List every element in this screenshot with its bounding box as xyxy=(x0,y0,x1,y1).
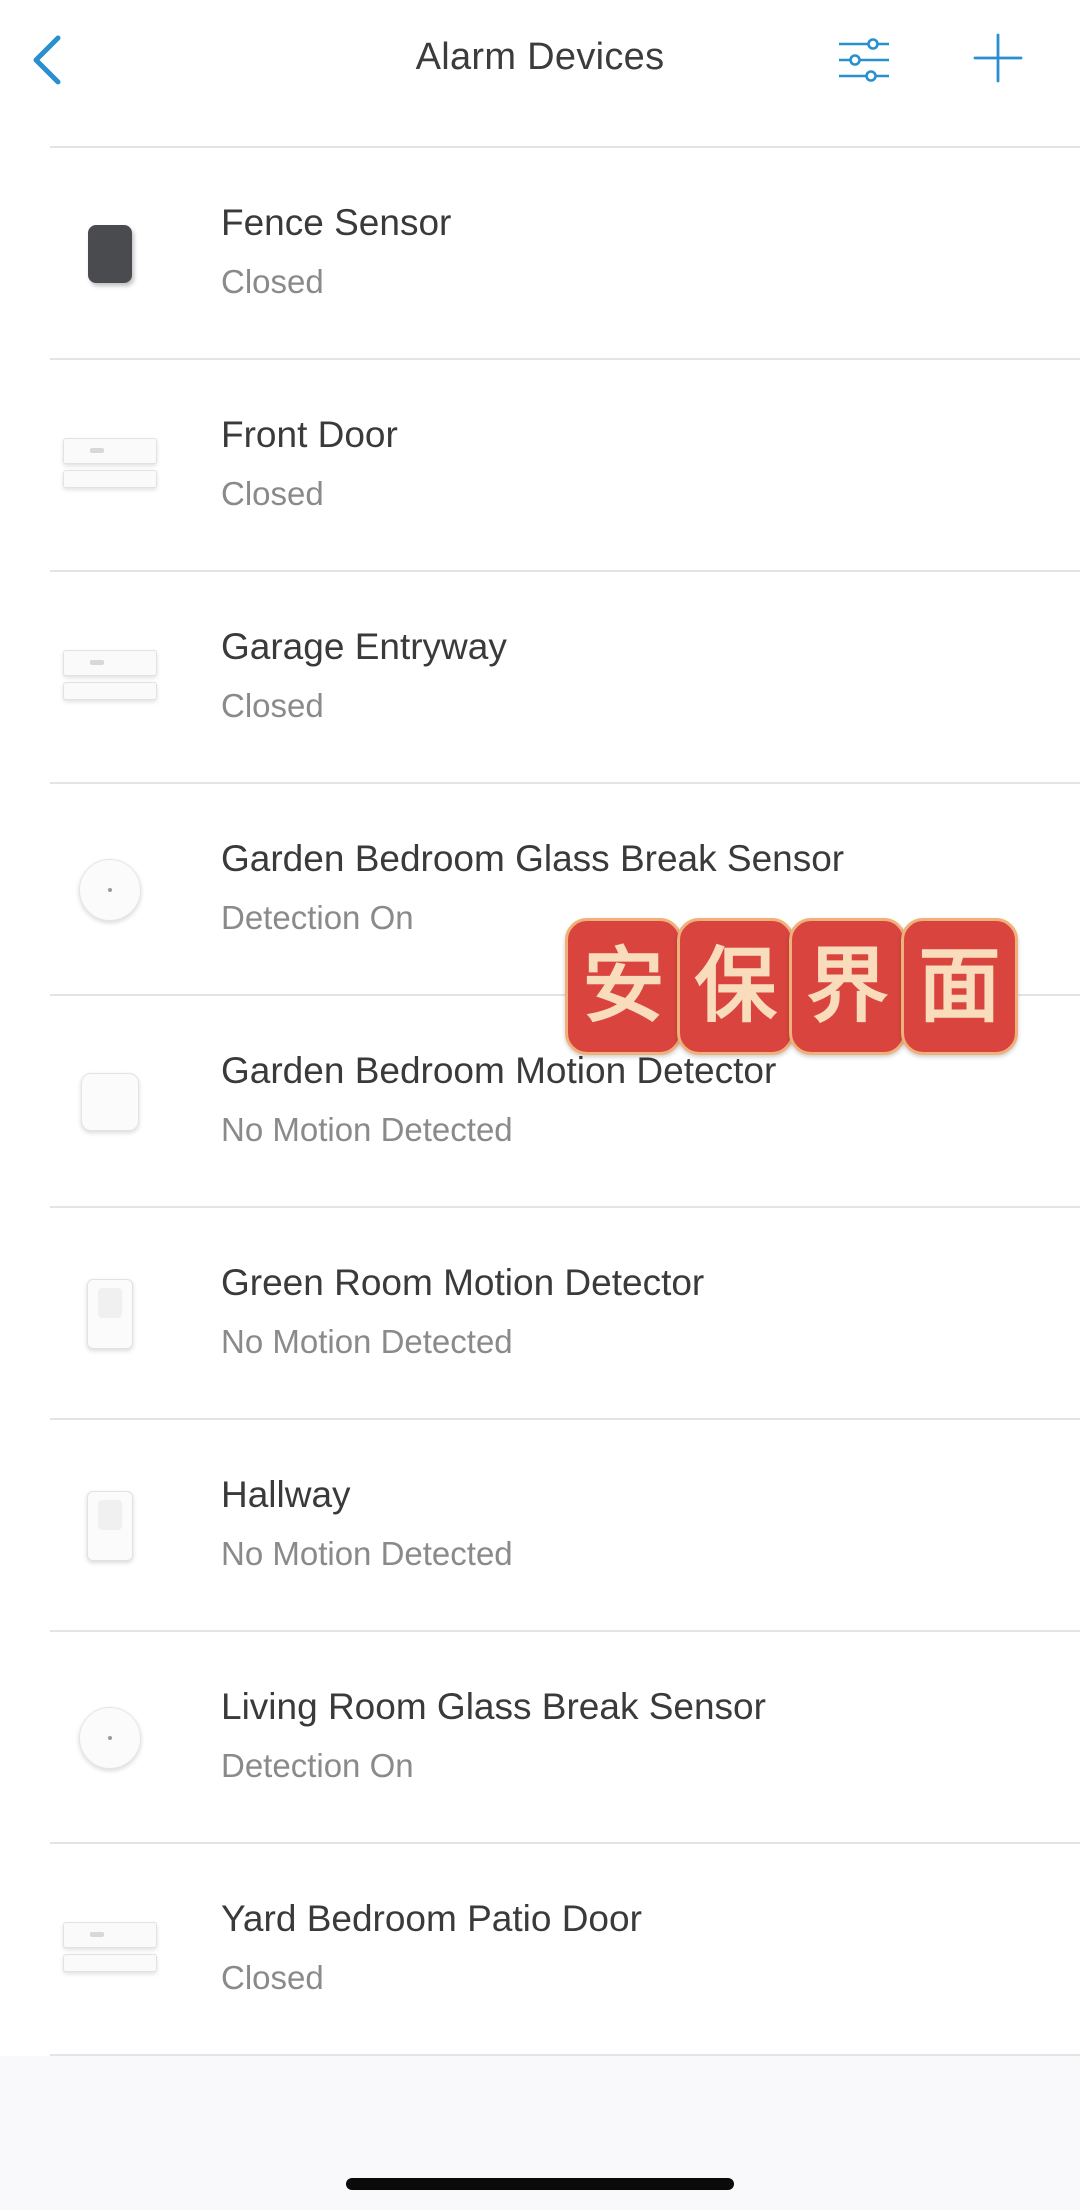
watermark-tile: 保 xyxy=(677,918,794,1055)
glass-break-sensor-icon xyxy=(50,1678,170,1798)
device-status: No Motion Detected xyxy=(221,1323,513,1360)
device-status: Detection On xyxy=(221,899,414,936)
device-row[interactable]: Hallway No Motion Detected xyxy=(0,1420,1080,1632)
device-status: Closed xyxy=(221,475,324,512)
device-status: No Motion Detected xyxy=(221,1111,513,1148)
contact-sensor-icon xyxy=(50,406,170,526)
device-row[interactable]: Front Door Closed xyxy=(0,360,1080,572)
device-name: Yard Bedroom Patio Door xyxy=(221,1898,642,1939)
home-indicator[interactable] xyxy=(346,2178,734,2190)
device-row[interactable]: Green Room Motion Detector No Motion Det… xyxy=(0,1208,1080,1420)
watermark-char: 安 xyxy=(582,938,665,1034)
device-row[interactable]: Living Room Glass Break Sensor Detection… xyxy=(0,1632,1080,1844)
keypad-icon xyxy=(50,194,170,314)
page-title: Alarm Devices xyxy=(415,36,665,78)
sliders-icon xyxy=(839,38,889,82)
device-status: No Motion Detected xyxy=(221,1535,513,1572)
contact-sensor-icon xyxy=(50,1890,170,2010)
motion-detector-icon xyxy=(50,1466,170,1586)
watermark-char: 保 xyxy=(694,938,777,1034)
contact-sensor-icon xyxy=(50,618,170,738)
device-row[interactable]: Yard Bedroom Patio Door Closed xyxy=(0,1844,1080,2056)
header-bar: Alarm Devices xyxy=(0,0,1080,146)
device-status: Closed xyxy=(221,1959,324,1996)
watermark-tile: 安 xyxy=(565,918,682,1055)
device-status: Detection On xyxy=(221,1747,414,1784)
watermark-stamp: 安 保 界 面 xyxy=(565,918,1035,1058)
device-row[interactable]: Garage Entryway Closed xyxy=(0,572,1080,784)
device-list: Fence Sensor Closed Front Door Closed Ga… xyxy=(0,148,1080,2056)
device-status: Closed xyxy=(221,263,324,300)
watermark-tile: 面 xyxy=(901,918,1018,1055)
plus-icon xyxy=(973,33,1023,83)
motion-detector-icon xyxy=(50,1042,170,1162)
watermark-tile: 界 xyxy=(789,918,906,1055)
add-device-button[interactable] xyxy=(968,28,1028,88)
device-status: Closed xyxy=(221,687,324,724)
device-name: Living Room Glass Break Sensor xyxy=(221,1686,766,1727)
device-name: Hallway xyxy=(221,1474,351,1515)
watermark-char: 界 xyxy=(806,938,889,1034)
device-name: Fence Sensor xyxy=(221,202,452,243)
device-name: Garage Entryway xyxy=(221,626,507,667)
device-name: Front Door xyxy=(221,414,398,455)
filter-button[interactable] xyxy=(834,30,894,90)
motion-detector-icon xyxy=(50,1254,170,1374)
watermark-char: 面 xyxy=(918,938,1001,1034)
glass-break-sensor-icon xyxy=(50,830,170,950)
device-name: Green Room Motion Detector xyxy=(221,1262,705,1303)
device-name: Garden Bedroom Glass Break Sensor xyxy=(221,838,845,879)
device-row[interactable]: Fence Sensor Closed xyxy=(0,148,1080,360)
